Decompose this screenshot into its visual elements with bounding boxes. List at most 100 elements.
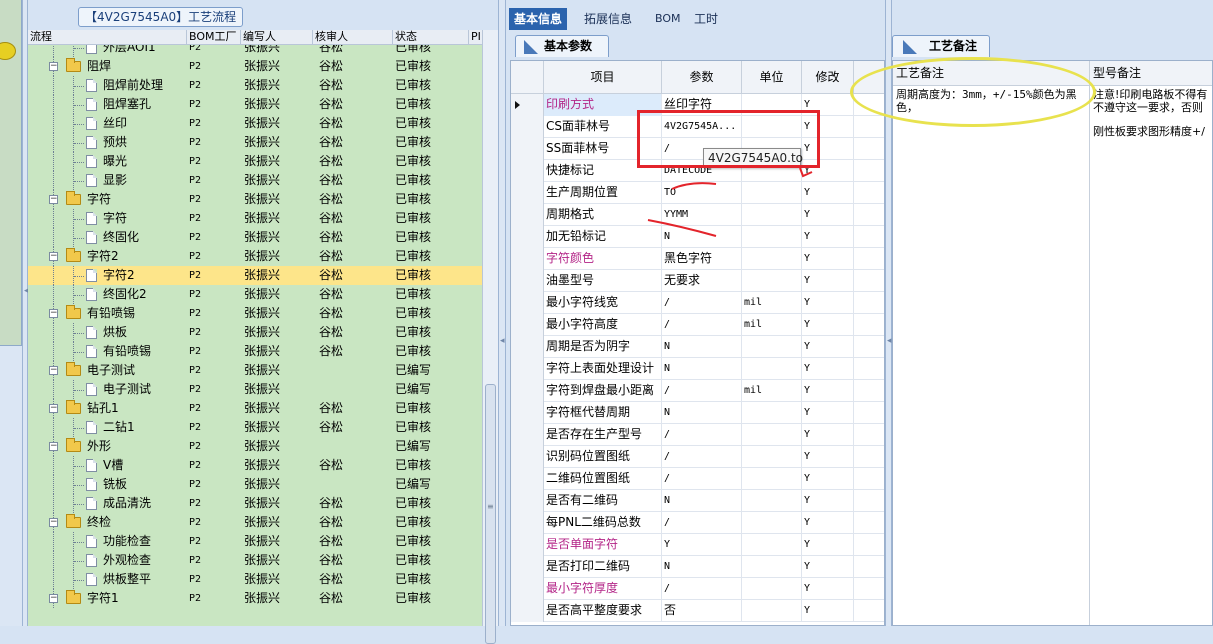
tree-step-row[interactable]: 阻焊塞孔 P2 张振兴 谷松 已审核 (28, 95, 482, 114)
row-indicator[interactable] (511, 314, 544, 336)
grid-header-item[interactable]: 项目 (544, 61, 662, 94)
tree-group-row[interactable]: − 钻孔1 P2 张振兴 谷松 已审核 (28, 399, 482, 418)
grid-cell-param[interactable]: / (662, 512, 742, 534)
tree-step-row[interactable]: 终固化2 P2 张振兴 谷松 已审核 (28, 285, 482, 304)
grid-cell-param[interactable]: / (662, 424, 742, 446)
tree-group-row[interactable]: − 阻焊 P2 张振兴 谷松 已审核 (28, 57, 482, 76)
tab-bom[interactable]: BOM (650, 8, 686, 30)
collapse-icon[interactable]: − (49, 62, 58, 71)
tree-step-row[interactable]: 显影 P2 张振兴 谷松 已审核 (28, 171, 482, 190)
grid-row[interactable]: 字符到焊盘最小距离 / mil Y (511, 380, 884, 402)
col-header-process[interactable]: 流程 (28, 30, 52, 45)
grid-row[interactable]: 字符框代替周期 N Y (511, 402, 884, 424)
grid-cell-param[interactable]: / (662, 380, 742, 402)
tree-scrollbar-thumb[interactable]: ≡ (485, 384, 496, 644)
grid-row[interactable]: 最小字符高度 / mil Y (511, 314, 884, 336)
tree-step-row[interactable]: 丝印 P2 张振兴 谷松 已审核 (28, 114, 482, 133)
current-row-arrow-icon[interactable] (511, 94, 544, 116)
tree-step-row[interactable]: 成品清洗 P2 张振兴 谷松 已审核 (28, 494, 482, 513)
tree-step-row[interactable]: 铣板 P2 张振兴 已编写 (28, 475, 482, 494)
tab-extended-info[interactable]: 拓展信息 (579, 8, 637, 30)
tree-group-row[interactable]: − 字符1 P2 张振兴 谷松 已审核 (28, 589, 482, 608)
collapse-icon[interactable]: − (49, 442, 58, 451)
row-indicator[interactable] (511, 600, 544, 622)
row-indicator[interactable] (511, 534, 544, 556)
tree-group-row[interactable]: − 字符 P2 张振兴 谷松 已审核 (28, 190, 482, 209)
row-indicator[interactable] (511, 138, 544, 160)
grid-cell-param[interactable]: N (662, 556, 742, 578)
grid-cell-param[interactable]: Y (662, 534, 742, 556)
grid-cell-param[interactable]: 否 (662, 600, 742, 622)
row-indicator[interactable] (511, 402, 544, 424)
grid-row[interactable]: 加无铅标记 N Y (511, 226, 884, 248)
collapse-icon[interactable]: − (49, 195, 58, 204)
grid-row[interactable]: 是否存在生产型号 / Y (511, 424, 884, 446)
collapse-icon[interactable]: − (49, 309, 58, 318)
tree-step-row[interactable]: 字符2 P2 张振兴 谷松 已审核 (28, 266, 482, 285)
grid-row[interactable]: 是否打印二维码 N Y (511, 556, 884, 578)
tree-group-row[interactable]: − 电子测试 P2 张振兴 已编写 (28, 361, 482, 380)
grid-row[interactable]: 是否有二维码 N Y (511, 490, 884, 512)
grid-header-param[interactable]: 参数 (662, 61, 742, 94)
grid-cell-param[interactable]: N (662, 402, 742, 424)
row-indicator[interactable] (511, 116, 544, 138)
row-indicator[interactable] (511, 446, 544, 468)
tree-step-row[interactable]: 功能检查 P2 张振兴 谷松 已审核 (28, 532, 482, 551)
row-indicator[interactable] (511, 512, 544, 534)
splitter-middle[interactable]: ◂ (498, 0, 506, 626)
row-indicator[interactable] (511, 336, 544, 358)
row-indicator[interactable] (511, 270, 544, 292)
row-indicator[interactable] (511, 182, 544, 204)
grid-header-modify[interactable]: 修改 (802, 61, 854, 94)
grid-cell-param[interactable]: YYMM (662, 204, 742, 226)
tree-group-row[interactable]: − 有铅喷锡 P2 张振兴 谷松 已审核 (28, 304, 482, 323)
tree-group-row[interactable]: − 终检 P2 张振兴 谷松 已审核 (28, 513, 482, 532)
grid-cell-param[interactable]: N (662, 336, 742, 358)
row-indicator[interactable] (511, 292, 544, 314)
row-indicator[interactable] (511, 578, 544, 600)
grid-row[interactable]: 最小字符线宽 / mil Y (511, 292, 884, 314)
collapse-icon[interactable]: − (49, 518, 58, 527)
row-indicator[interactable] (511, 160, 544, 182)
tab-process-remarks[interactable]: 工艺备注 (892, 35, 990, 57)
col-header-status[interactable]: 状态 (392, 30, 417, 45)
grid-header-unit[interactable]: 单位 (742, 61, 802, 94)
collapse-icon[interactable]: − (49, 366, 58, 375)
tree-step-row[interactable]: 烘板整平 P2 张振兴 谷松 已审核 (28, 570, 482, 589)
col-header-reviewer[interactable]: 核审人 (312, 30, 348, 45)
row-indicator[interactable] (511, 204, 544, 226)
tree-step-row[interactable]: 曝光 P2 张振兴 谷松 已审核 (28, 152, 482, 171)
tree-step-row[interactable]: 电子测试 P2 张振兴 已编写 (28, 380, 482, 399)
grid-cell-param[interactable]: N (662, 490, 742, 512)
collapse-icon[interactable]: − (49, 252, 58, 261)
tree-step-row[interactable]: 字符 P2 张振兴 谷松 已审核 (28, 209, 482, 228)
row-indicator[interactable] (511, 380, 544, 402)
collapse-icon[interactable]: − (49, 594, 58, 603)
grid-row[interactable]: 周期格式 YYMM Y (511, 204, 884, 226)
collapse-icon[interactable]: − (49, 404, 58, 413)
row-indicator[interactable] (511, 556, 544, 578)
grid-row[interactable]: 生产周期位置 TO Y (511, 182, 884, 204)
tree-step-row[interactable]: 二钻1 P2 张振兴 谷松 已审核 (28, 418, 482, 437)
tab-basic-info[interactable]: 基本信息 (509, 8, 568, 30)
grid-row[interactable]: 二维码位置图纸 / Y (511, 468, 884, 490)
tree-scrollbar[interactable]: ≡ (482, 30, 498, 644)
grid-row[interactable]: 是否高平整度要求否 Y (511, 600, 884, 622)
row-indicator[interactable] (511, 424, 544, 446)
grid-cell-param[interactable]: / (662, 578, 742, 600)
tree-step-row[interactable]: 外层AOI1 P2 张振兴 谷松 已审核 (28, 45, 482, 57)
col-header-pi[interactable]: PI (468, 30, 481, 45)
grid-row[interactable]: 周期是否为阴字 N Y (511, 336, 884, 358)
grid-cell-param[interactable]: N (662, 358, 742, 380)
grid-row[interactable]: 最小字符厚度 / Y (511, 578, 884, 600)
row-indicator[interactable] (511, 226, 544, 248)
tree-step-row[interactable]: 有铅喷锡 P2 张振兴 谷松 已审核 (28, 342, 482, 361)
tree-step-row[interactable]: 烘板 P2 张振兴 谷松 已审核 (28, 323, 482, 342)
grid-cell-param[interactable]: / (662, 292, 742, 314)
tree-step-row[interactable]: 阻焊前处理 P2 张振兴 谷松 已审核 (28, 76, 482, 95)
row-indicator[interactable] (511, 358, 544, 380)
col-header-writer[interactable]: 编写人 (240, 30, 276, 45)
tab-work-hours[interactable]: 工时 (689, 8, 723, 30)
grid-cell-param[interactable]: 无要求 (662, 270, 742, 292)
tree-step-row[interactable]: 外观检查 P2 张振兴 谷松 已审核 (28, 551, 482, 570)
